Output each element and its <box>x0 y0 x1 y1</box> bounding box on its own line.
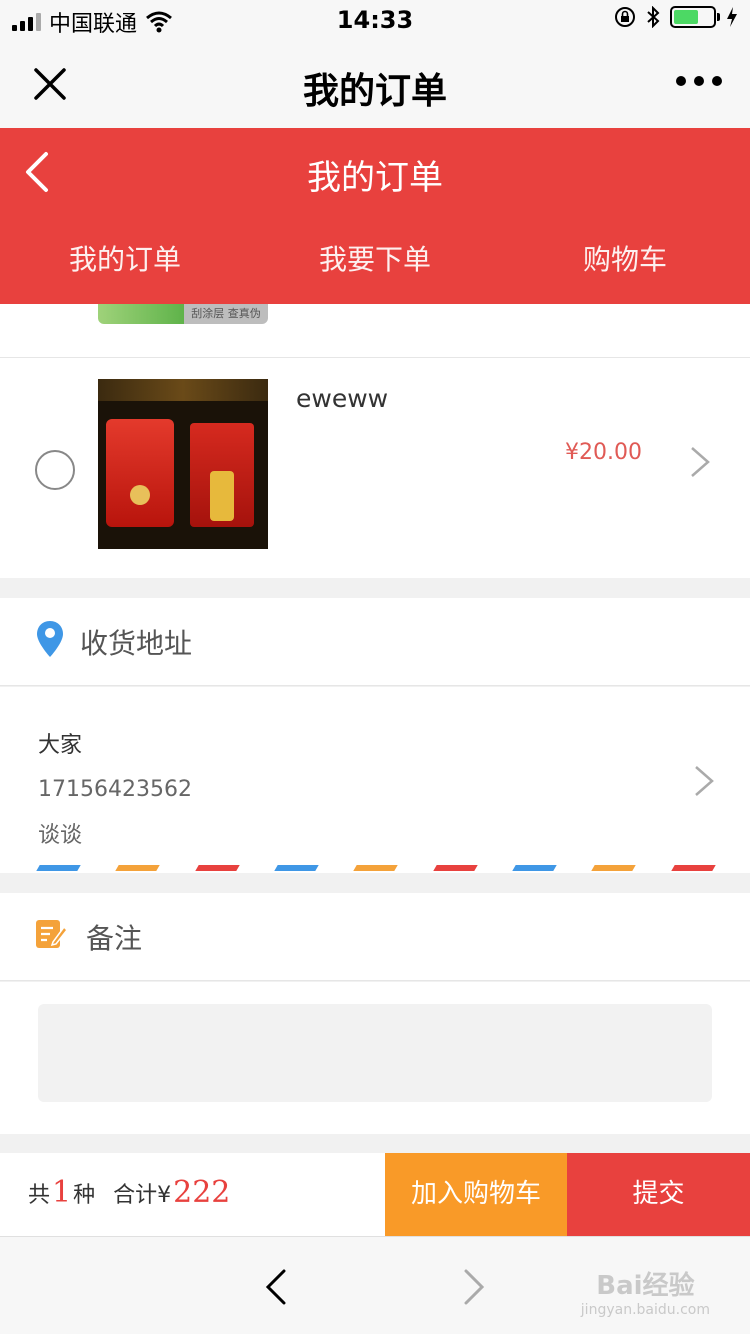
browser-forward-icon[interactable] <box>460 1267 488 1307</box>
add-to-cart-button[interactable]: 加入购物车 <box>385 1153 567 1236</box>
product-price: ¥20.00 <box>565 440 642 465</box>
note-section-title: 备注 <box>86 922 143 955</box>
tab-bar: 我的订单 我要下单 购物车 <box>0 216 750 304</box>
previous-product-image: 刮涂层 查真伪 <box>98 304 268 324</box>
total-amount: 222 <box>173 1175 231 1210</box>
tab-place-order[interactable]: 我要下单 <box>250 216 500 304</box>
address-section-title: 收货地址 <box>80 627 193 660</box>
item-count: 1 <box>52 1175 72 1210</box>
product-select-radio[interactable] <box>35 450 75 490</box>
wechat-nav-bar: 我的订单 <box>0 40 750 128</box>
tab-my-orders[interactable]: 我的订单 <box>0 216 250 304</box>
rotation-lock-icon <box>615 7 635 27</box>
more-icon[interactable] <box>676 76 722 86</box>
address-detail: 谈谈 <box>38 823 83 848</box>
count-prefix: 共 <box>28 1183 51 1208</box>
note-body <box>0 982 750 1134</box>
watermark-url: jingyan.baidu.com <box>580 1302 710 1318</box>
page-title: 我的订单 <box>307 158 443 198</box>
chevron-right-icon[interactable] <box>692 763 716 799</box>
order-summary: 共 1 种 合计¥ 222 <box>28 1175 232 1210</box>
checkout-bar: 共 1 种 合计¥ 222 加入购物车 提交 <box>0 1153 750 1236</box>
tab-cart[interactable]: 购物车 <box>500 216 750 304</box>
count-suffix: 种 <box>73 1183 96 1208</box>
page-header: 我的订单 <box>0 128 750 216</box>
product-name: eweww <box>296 384 389 413</box>
wechat-title: 我的订单 <box>302 71 447 112</box>
note-section-header: 备注 <box>0 893 750 981</box>
battery-icon <box>670 6 720 28</box>
previous-product-card-text: 刮涂层 查真伪 <box>184 304 268 324</box>
envelope-stripe <box>36 865 716 871</box>
address-card[interactable]: 大家 17156423562 谈谈 <box>0 687 750 873</box>
recipient-phone: 17156423562 <box>38 777 192 802</box>
watermark-brand: Bai经验 <box>596 1271 695 1301</box>
charging-icon <box>727 7 737 27</box>
product-row[interactable]: eweww ¥20.00 <box>0 358 750 578</box>
submit-button[interactable]: 提交 <box>567 1153 750 1236</box>
previous-product-row: 刮涂层 查真伪 <box>0 304 750 358</box>
location-pin-icon <box>37 621 63 657</box>
recipient-name: 大家 <box>38 733 83 758</box>
browser-bottom-bar: Bai经验 jingyan.baidu.com <box>0 1236 750 1334</box>
watermark: Bai经验 jingyan.baidu.com <box>581 1265 710 1318</box>
chevron-right-icon[interactable] <box>688 444 712 480</box>
browser-back-icon[interactable] <box>262 1267 290 1307</box>
status-bar: 中国联通 14:33 <box>0 0 750 40</box>
bluetooth-icon <box>647 6 660 28</box>
address-section-header: 收货地址 <box>0 598 750 686</box>
status-right <box>614 6 738 28</box>
note-textarea[interactable] <box>38 1004 712 1102</box>
product-image <box>98 379 268 549</box>
total-prefix: 合计¥ <box>113 1183 172 1208</box>
note-edit-icon <box>36 920 67 948</box>
